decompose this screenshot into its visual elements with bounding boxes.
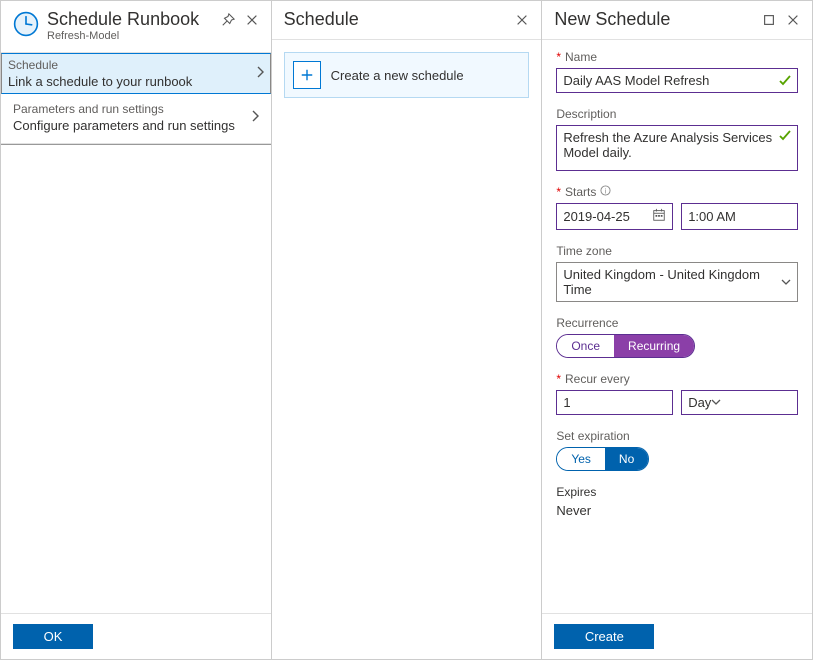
create-button[interactable]: Create (554, 624, 654, 649)
nav-parameters-label: Parameters and run settings (13, 102, 251, 117)
calendar-icon (652, 208, 666, 225)
blade-schedule-runbook: Schedule Runbook Refresh-Model Schedule … (1, 1, 272, 659)
timezone-label: Time zone (556, 244, 798, 258)
blade2-title: Schedule (284, 9, 514, 29)
description-label: Description (556, 107, 798, 121)
nav-schedule-label: Schedule (8, 58, 256, 73)
create-schedule-row[interactable]: Create a new schedule (284, 52, 530, 98)
blade1-title: Schedule Runbook (47, 9, 219, 29)
expires-value: Never (556, 503, 798, 518)
chevron-down-icon (711, 395, 721, 410)
expiration-yes[interactable]: Yes (557, 448, 605, 470)
chevron-right-icon (256, 66, 264, 81)
info-icon[interactable]: i (600, 185, 611, 199)
close-icon[interactable] (243, 11, 261, 29)
pin-icon[interactable] (219, 11, 237, 29)
blade1-subtitle: Refresh-Model (47, 30, 219, 42)
timezone-select[interactable]: United Kingdom - United Kingdom Time (556, 262, 798, 302)
check-icon (779, 130, 791, 142)
name-label: Name (556, 50, 798, 64)
nav-schedule[interactable]: Schedule Link a schedule to your runbook (1, 53, 271, 94)
recur-every-label: Recur every (556, 372, 798, 386)
expires-label: Expires (556, 485, 798, 499)
close-icon[interactable] (784, 11, 802, 29)
recurrence-toggle[interactable]: Once Recurring (556, 334, 695, 358)
recurrence-label: Recurrence (556, 316, 798, 330)
svg-text:i: i (605, 186, 607, 195)
expiration-no[interactable]: No (605, 448, 648, 470)
nav-parameters-desc: Configure parameters and run settings (13, 118, 251, 133)
starts-label: Starts i (556, 185, 798, 199)
ok-button[interactable]: OK (13, 624, 93, 649)
description-input[interactable]: Refresh the Azure Analysis Services Mode… (556, 125, 798, 171)
blade-schedule: Schedule Create a new schedule (272, 1, 543, 659)
nav-parameters[interactable]: Parameters and run settings Configure pa… (1, 94, 271, 144)
close-icon[interactable] (513, 11, 531, 29)
start-time-input[interactable]: 1:00 AM (681, 203, 798, 230)
set-expiration-toggle[interactable]: Yes No (556, 447, 649, 471)
blade3-title: New Schedule (554, 9, 760, 29)
plus-icon (293, 61, 321, 89)
start-date-input[interactable]: 2019-04-25 (556, 203, 673, 230)
check-icon (779, 75, 791, 87)
runbook-icon (13, 11, 39, 37)
nav-schedule-desc: Link a schedule to your runbook (8, 74, 256, 89)
maximize-icon[interactable] (760, 11, 778, 29)
blade-new-schedule: New Schedule Name Daily AAS Model Refres… (542, 1, 812, 659)
recurrence-once[interactable]: Once (557, 335, 614, 357)
recur-every-value[interactable]: 1 (556, 390, 673, 415)
create-schedule-label: Create a new schedule (331, 68, 464, 83)
recurrence-recurring[interactable]: Recurring (614, 335, 694, 357)
recur-every-unit[interactable]: Day (681, 390, 798, 415)
chevron-right-icon (251, 110, 259, 125)
name-input[interactable]: Daily AAS Model Refresh (556, 68, 798, 93)
set-expiration-label: Set expiration (556, 429, 798, 443)
chevron-down-icon (781, 275, 791, 290)
